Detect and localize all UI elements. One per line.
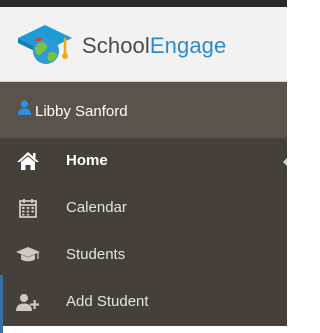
graduation-cap-globe-logo-icon: [16, 23, 74, 72]
brand-name-part1: School: [82, 33, 150, 58]
sidebar-nav: Home Calendar Students Add Student: [0, 138, 287, 326]
calendar-icon: [15, 197, 41, 219]
user-icon: [18, 100, 31, 120]
home-icon: [15, 150, 41, 172]
sidebar-item-home[interactable]: Home: [0, 138, 287, 185]
brand-name: SchoolEngage: [82, 32, 226, 60]
sidebar-item-calendar[interactable]: Calendar: [0, 185, 287, 232]
sidebar-item-label: Add Student: [66, 293, 149, 310]
add-user-icon: [15, 291, 41, 313]
user-bar[interactable]: Libby Sanford: [0, 82, 287, 138]
sidebar-item-add-student[interactable]: Add Student: [0, 279, 287, 326]
sidebar-item-label: Home: [66, 152, 108, 169]
sidebar-item-label: Students: [66, 246, 126, 263]
app-frame: SchoolEngage Libby Sanford Home Calendar…: [0, 0, 287, 333]
user-name: Libby Sanford: [35, 103, 128, 120]
brand-name-part2: Engage: [149, 33, 227, 58]
sidebar-item-students[interactable]: Students: [0, 232, 287, 279]
graduation-cap-icon: [15, 244, 41, 266]
scroll-accent: [0, 275, 3, 333]
active-indicator: [283, 158, 287, 166]
sidebar-item-label: Calendar: [66, 199, 127, 216]
brand-header[interactable]: SchoolEngage: [0, 7, 287, 82]
